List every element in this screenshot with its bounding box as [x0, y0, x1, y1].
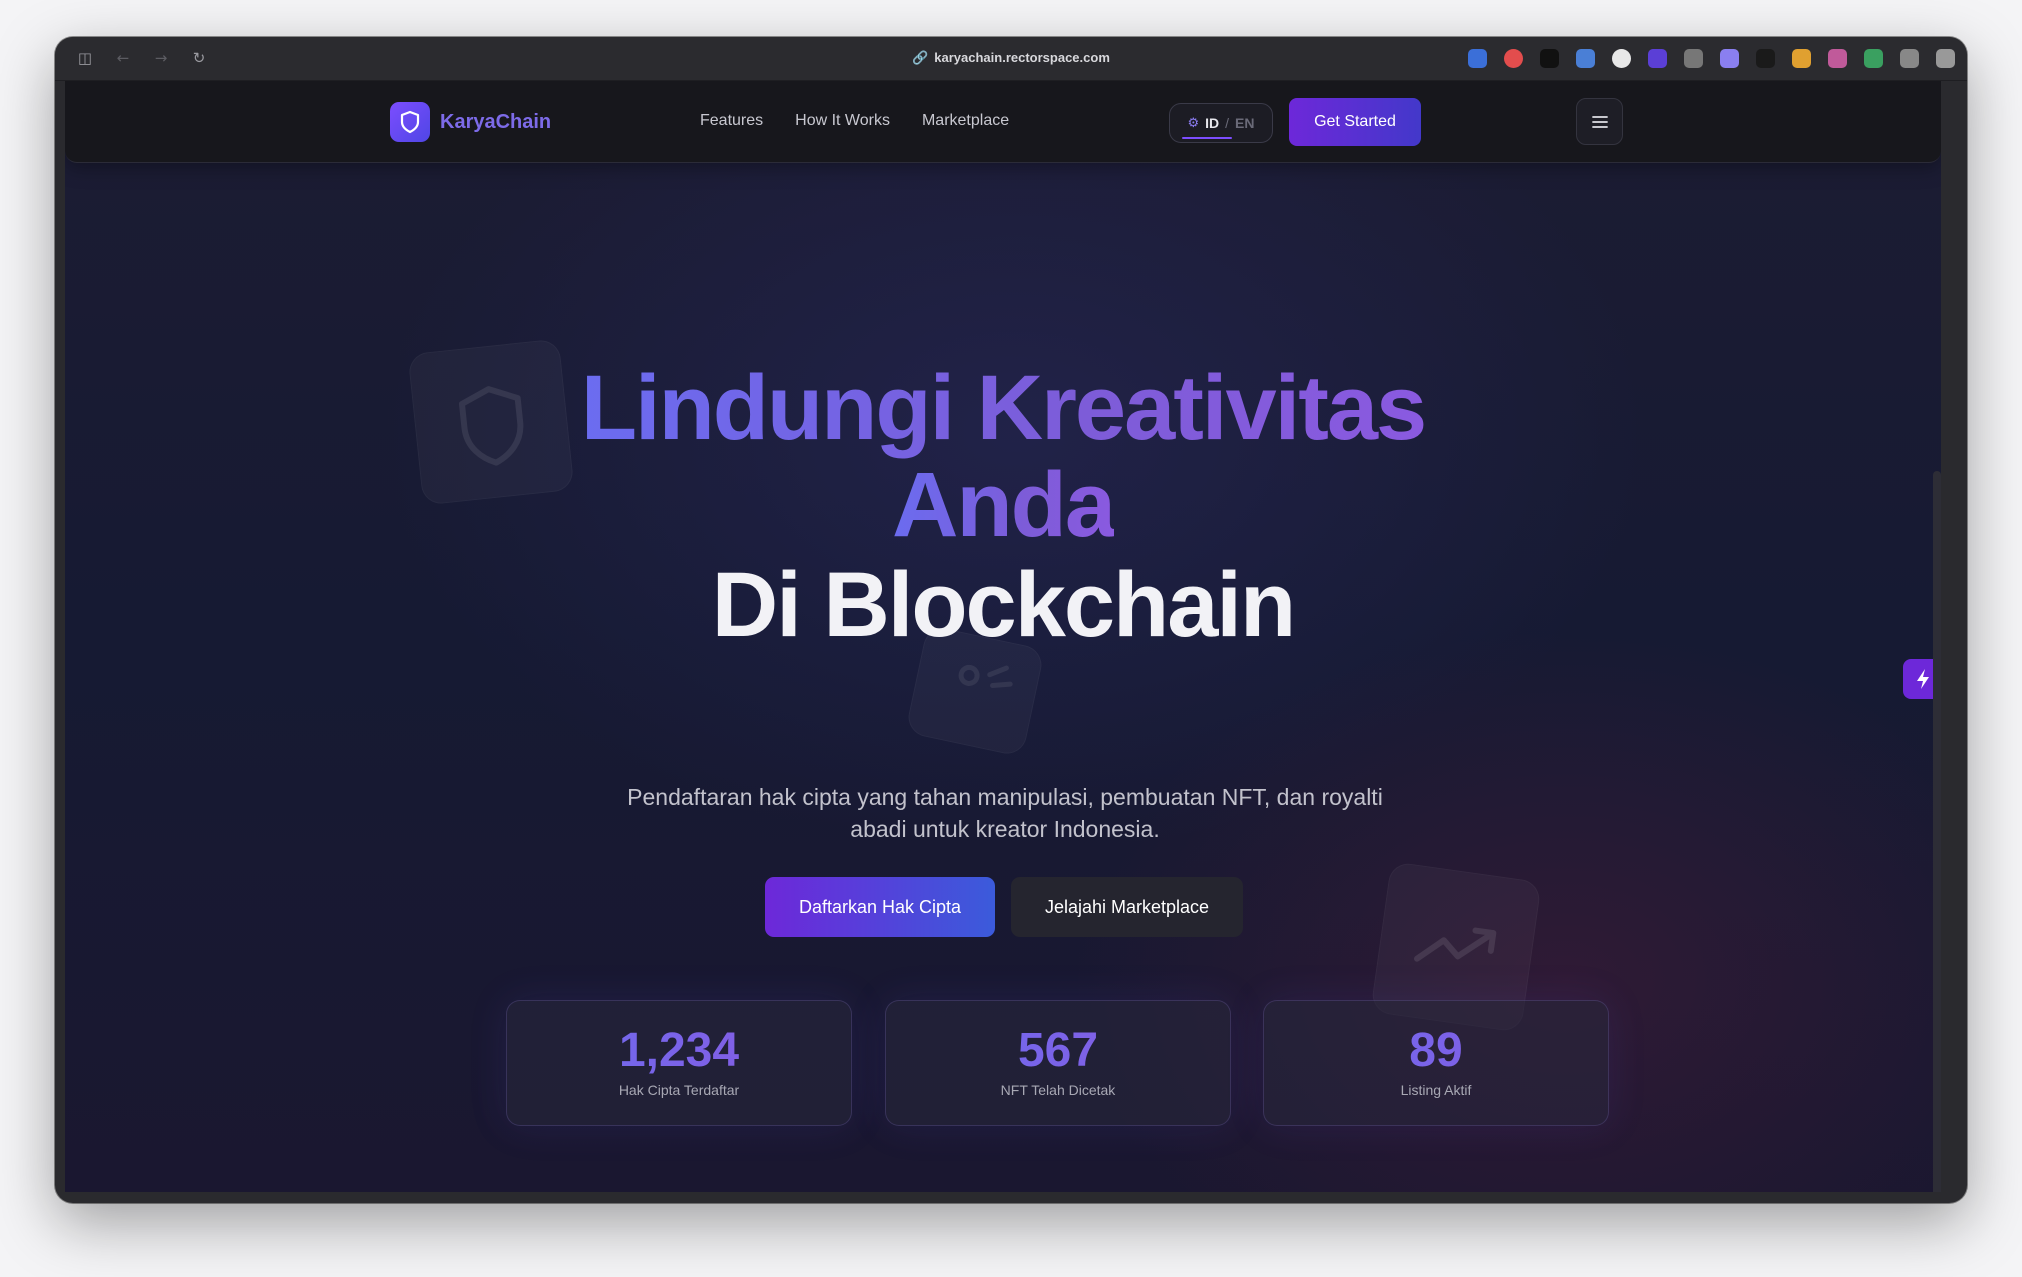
- explore-marketplace-button[interactable]: Jelajahi Marketplace: [1011, 877, 1243, 937]
- browser-toolbar: ◫ ← → ↻ 🔗 karyachain.rectorspace.com: [55, 37, 1967, 81]
- lang-en: EN: [1235, 115, 1255, 131]
- browser-extension-icon[interactable]: [1540, 49, 1559, 68]
- menu-icon: [1591, 115, 1608, 128]
- stat-value: 1,234: [507, 1023, 851, 1078]
- stat-value: 567: [886, 1023, 1230, 1078]
- translate-icon: ⚙: [1187, 115, 1200, 131]
- language-switcher[interactable]: ⚙ ID / EN: [1169, 103, 1273, 143]
- extensions-bar: [1468, 49, 1955, 68]
- register-copyright-button[interactable]: Daftarkan Hak Cipta: [765, 877, 995, 937]
- browser-extension-icon[interactable]: [1576, 49, 1595, 68]
- nav-link-features[interactable]: Features: [700, 112, 763, 130]
- lang-id: ID: [1205, 115, 1220, 131]
- shield-logo-icon: [390, 102, 430, 142]
- lang-separator: /: [1225, 115, 1230, 131]
- stat-card-listings: 89 Listing Aktif: [1263, 1000, 1609, 1126]
- stat-label: Listing Aktif: [1400, 1082, 1472, 1098]
- browser-extension-icon[interactable]: [1612, 49, 1631, 68]
- stat-label: Hak Cipta Terdaftar: [618, 1082, 740, 1098]
- browser-extension-icon[interactable]: [1756, 49, 1775, 68]
- nav-link-marketplace[interactable]: Marketplace: [922, 112, 1009, 130]
- browser-extension-icon[interactable]: [1468, 49, 1487, 68]
- browser-extension-icon[interactable]: [1792, 49, 1811, 68]
- get-started-button[interactable]: Get Started: [1289, 98, 1421, 146]
- stat-value: 89: [1264, 1023, 1608, 1078]
- browser-window: ◫ ← → ↻ 🔗 karyachain.rectorspace.com Kar…: [55, 37, 1967, 1203]
- browser-extension-icon[interactable]: [1900, 49, 1919, 68]
- lang-active-indicator: [1182, 137, 1232, 139]
- hero-title-line-1: Lindungi Kreativitas: [580, 357, 1427, 459]
- link-icon: 🔗: [912, 51, 929, 66]
- stat-card-nfts: 567 NFT Telah Dicetak: [885, 1000, 1231, 1126]
- page-viewport: KaryaChain Features How It Works Marketp…: [65, 81, 1941, 1192]
- hero-subtitle: Pendaftaran hak cipta yang tahan manipul…: [627, 784, 1383, 842]
- page-scrollbar[interactable]: [1933, 471, 1941, 1192]
- browser-extension-icon[interactable]: [1504, 49, 1523, 68]
- hero-title-line-2: Anda: [892, 454, 1116, 556]
- brand-name: KaryaChain: [440, 110, 552, 133]
- nav-link-how-it-works[interactable]: How It Works: [795, 112, 890, 130]
- browser-extension-icon[interactable]: [1828, 49, 1847, 68]
- lightning-bolt-icon: [1917, 669, 1929, 689]
- hero-title-line-3: Di Blockchain: [711, 554, 1296, 656]
- site-navbar: KaryaChain Features How It Works Marketp…: [65, 81, 1941, 163]
- browser-extension-icon[interactable]: [1864, 49, 1883, 68]
- stat-card-copyrights: 1,234 Hak Cipta Terdaftar: [506, 1000, 852, 1126]
- browser-extension-icon[interactable]: [1684, 49, 1703, 68]
- browser-extension-icon[interactable]: [1720, 49, 1739, 68]
- nav-links: Features How It Works Marketplace: [700, 112, 1009, 130]
- browser-extension-icon[interactable]: [1648, 49, 1667, 68]
- address-text[interactable]: karyachain.rectorspace.com: [934, 50, 1110, 65]
- brand-logo[interactable]: KaryaChain: [390, 102, 551, 142]
- browser-extension-icon[interactable]: [1936, 49, 1955, 68]
- stat-label: NFT Telah Dicetak: [1000, 1082, 1116, 1098]
- hamburger-menu-button[interactable]: [1576, 98, 1623, 145]
